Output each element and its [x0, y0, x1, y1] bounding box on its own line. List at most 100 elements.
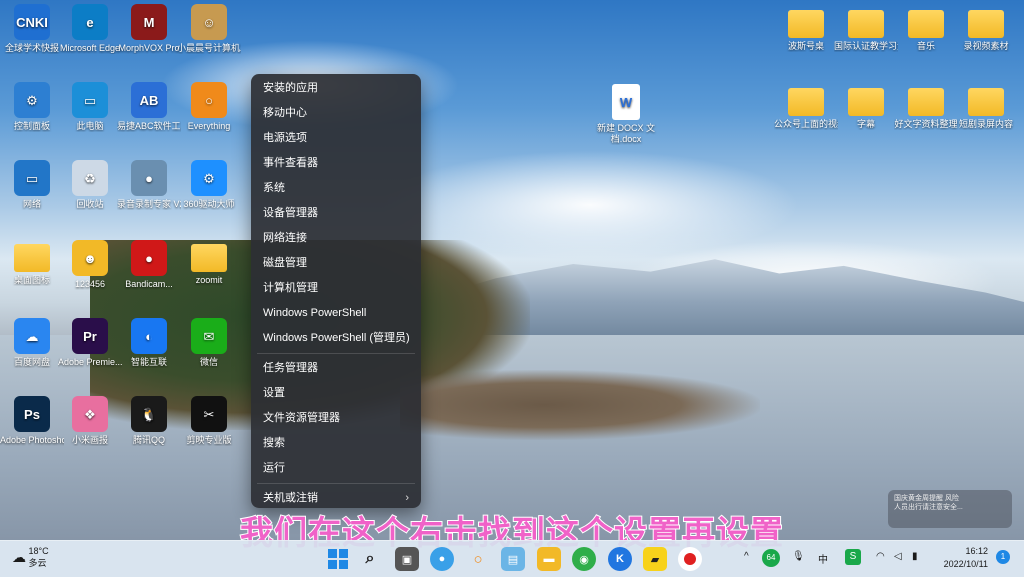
chevron-up-icon[interactable]: ^ [744, 551, 749, 562]
desktop-icon[interactable]: AB 易捷ABC软件工具箱 6.16... [117, 82, 181, 132]
menu-item-label: 系统 [263, 182, 285, 194]
desktop-icon[interactable]: ☻ 123456 [58, 240, 122, 290]
desktop-icon[interactable]: M MorphVOX Pro [117, 4, 181, 54]
context-menu-item[interactable]: Windows PowerShell [251, 301, 421, 326]
store-icon[interactable]: ▤ [501, 547, 525, 571]
everything-search-icon[interactable]: ○ [466, 547, 490, 571]
desktop-folder-icon[interactable]: 短剧录屏内容 [954, 84, 1018, 130]
app-icon: CNKI [14, 4, 50, 40]
desktop-icon[interactable]: ❖ 小米画报 [58, 396, 122, 446]
desktop-icon[interactable]: ○ Everything [177, 82, 241, 132]
folder-icon [968, 88, 1004, 116]
battery-icon[interactable]: ▮ [912, 551, 918, 562]
context-menu-item[interactable]: 任务管理器 [251, 356, 421, 381]
ime-indicator[interactable]: 中 [818, 551, 828, 566]
desktop-icon[interactable]: ▭ 网络 [0, 160, 64, 210]
desktop-folder-icon[interactable]: 公众号上面的视频素材从V... [774, 84, 838, 130]
context-menu-item[interactable]: 计算机管理 [251, 276, 421, 301]
file-explorer-icon[interactable]: ▬ [537, 547, 561, 571]
app-icon [191, 244, 227, 272]
task-view-icon[interactable]: ▣ [395, 547, 419, 571]
desktop-icon-label: 回收站 [76, 199, 104, 209]
app-icon: ☺ [191, 4, 227, 40]
app-icon: ● [131, 160, 167, 196]
volume-icon[interactable]: ◁ [894, 551, 902, 562]
context-menu-item[interactable]: 系统 [251, 176, 421, 201]
desktop-icon[interactable]: ☺ 小晨晨号计算机二级WPS... [177, 4, 241, 54]
desktop-icon-label: 百度网盘 [13, 357, 50, 367]
desktop-icon[interactable]: ● Bandicam... [117, 240, 181, 290]
menu-item-label: Windows PowerShell [263, 307, 367, 319]
desktop-icon[interactable]: Ps Adobe Photosho... [0, 396, 64, 446]
menu-item-label: Windows PowerShell (管理员) [263, 332, 410, 344]
desktop-folder-icon[interactable]: 音乐 [894, 6, 958, 52]
desktop-icon[interactable]: zoomit [177, 240, 241, 286]
app-icon: ⚙ [14, 82, 50, 118]
desktop-icon[interactable]: ◐ 智能互联 [117, 318, 181, 368]
desktop-folder-icon[interactable]: 好文字资料整理 [894, 84, 958, 130]
desktop-icon-label: 腾讯QQ [132, 435, 165, 445]
notification-title: 国庆黄金周提醒 风险 [894, 495, 959, 502]
context-menu-item[interactable]: 网络连接 [251, 226, 421, 251]
context-menu-item[interactable]: 移动中心 [251, 101, 421, 126]
desktop-icon-label: 360驱动大师 [183, 199, 235, 209]
desktop-icon[interactable]: ● 录音录制专家 V2021 [117, 160, 181, 210]
widgets-icon[interactable]: ● [430, 547, 454, 571]
tray-app-badge[interactable]: 64 [762, 549, 780, 567]
context-menu-item[interactable]: 文件资源管理器 [251, 406, 421, 431]
clock[interactable]: 16:12 2022/10/11 [938, 545, 988, 571]
app-icon: ⚙ [191, 160, 227, 196]
desktop-icon[interactable]: ♻ 回收站 [58, 160, 122, 210]
context-menu-item[interactable]: 设备管理器 [251, 201, 421, 226]
desktop-icon[interactable]: CNKI 全球学术快报 [0, 4, 64, 54]
desktop-icon[interactable]: ⚙ 控制面板 [0, 82, 64, 132]
record-icon[interactable] [678, 547, 702, 571]
desktop-folder-icon[interactable]: 波斯号桌 [774, 6, 838, 52]
desktop-icon-label: 好文字资料整理 [894, 119, 958, 129]
folder-icon [848, 88, 884, 116]
desktop-icon-label: 字幕 [856, 119, 875, 129]
sticky-notes-icon[interactable]: ▰ [643, 547, 667, 571]
security-icon[interactable]: S [845, 549, 861, 565]
clock-time: 16:12 [965, 546, 988, 556]
desktop-icon[interactable]: ✉ 微信 [177, 318, 241, 368]
desktop-icon[interactable]: Pr Adobe Premie... [58, 318, 122, 368]
desktop-icon-docx[interactable]: W 新建 DOCX 文档.docx [594, 84, 658, 145]
app-icon: Ps [14, 396, 50, 432]
context-menu: 安装的应用 移动中心 电源选项事件查看器系统设备管理器 网络连接 磁盘管理 计算机管理 Wi… [251, 74, 421, 508]
taskbar: ☁ 18°C 多云 ⌕ ▣ ● ○ ▤ ▬ ◉ K ▰ ^ 64 🎙 中 S ◠… [0, 540, 1024, 577]
context-menu-item[interactable]: 安装的应用 [251, 76, 421, 101]
start-button[interactable] [326, 547, 350, 571]
context-menu-item[interactable]: 事件查看器 [251, 151, 421, 176]
desktop-icon[interactable]: 桌面图标 [0, 240, 64, 286]
desktop-icon[interactable]: ☁ 百度网盘 [0, 318, 64, 368]
desktop-icon-label: Adobe Photosho... [0, 435, 64, 445]
app-icon: ◐ [131, 318, 167, 354]
menu-item-label: 事件查看器 [263, 157, 318, 169]
browser-icon[interactable]: ◉ [572, 547, 596, 571]
context-menu-item[interactable]: 电源选项 [251, 126, 421, 151]
desktop-icon[interactable]: ▭ 此电脑 [58, 82, 122, 132]
context-menu-item[interactable]: 磁盘管理 [251, 251, 421, 276]
context-menu-item[interactable]: Windows PowerShell (管理员) [251, 326, 421, 351]
context-menu-item[interactable]: 搜索 [251, 431, 421, 456]
desktop-icon-label: MorphVOX Pro [118, 43, 180, 53]
microphone-icon[interactable]: 🎙 [792, 551, 805, 562]
desktop-icon[interactable]: ⚙ 360驱动大师 [177, 160, 241, 210]
desktop-folder-icon[interactable]: 国际认证教学习资料 [834, 6, 898, 52]
kugou-icon[interactable]: K [608, 547, 632, 571]
context-menu-item[interactable]: 设置 [251, 381, 421, 406]
desktop-icon[interactable]: ✂ 剪映专业版 [177, 396, 241, 446]
desktop-folder-icon[interactable]: 字幕 [834, 84, 898, 130]
desktop-icon[interactable]: e Microsoft Edge [58, 4, 122, 54]
clock-date: 2022/10/11 [943, 559, 988, 569]
desktop-icon[interactable]: 🐧 腾讯QQ [117, 396, 181, 446]
desktop-folder-icon[interactable]: 录视频素材 [954, 6, 1018, 52]
notification-count-badge[interactable]: 1 [996, 550, 1010, 564]
wifi-icon[interactable]: ◠ [876, 551, 885, 562]
context-menu-item[interactable]: 运行 [251, 456, 421, 481]
weather-widget[interactable]: ☁ 18°C 多云 [12, 545, 49, 569]
search-icon[interactable]: ⌕ [358, 547, 382, 571]
desktop-icon-label: 此电脑 [76, 121, 104, 131]
desktop-icon-label: 录音录制专家 V2021 [117, 199, 181, 209]
